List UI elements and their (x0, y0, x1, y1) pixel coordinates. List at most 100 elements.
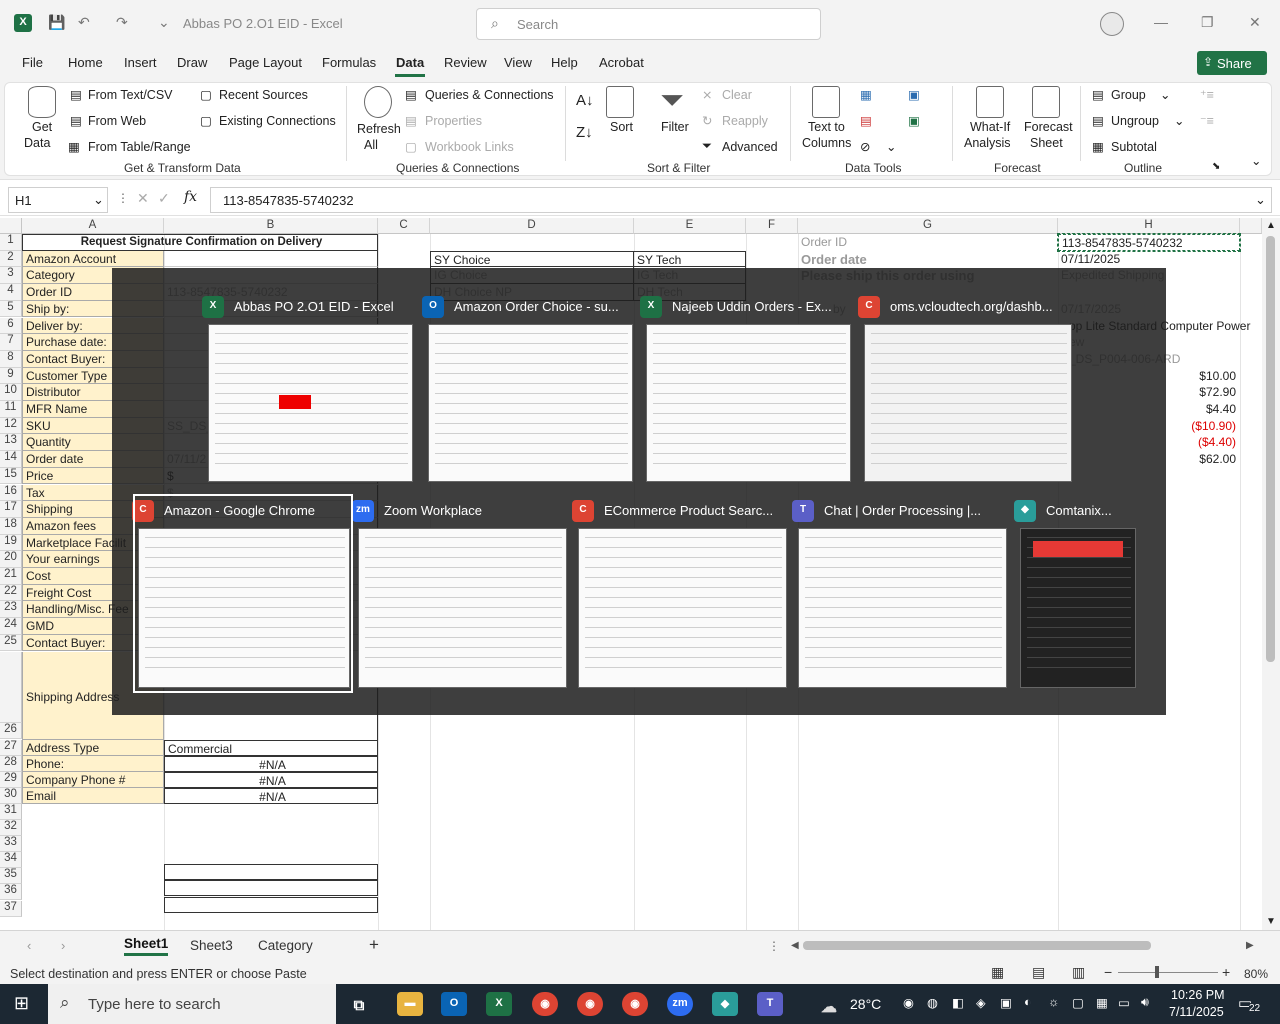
zoom-slider[interactable] (1118, 972, 1218, 973)
row-header[interactable]: 3 (0, 267, 22, 285)
row-header[interactable]: 27 (0, 739, 22, 756)
prev-sheet-icon[interactable]: ‹ (27, 938, 31, 953)
advanced-button[interactable]: Advanced (722, 140, 778, 154)
name-box[interactable]: H1 ⌄ (8, 187, 108, 213)
enter-icon[interactable]: ✓ (158, 190, 170, 207)
row-header[interactable]: 9 (0, 367, 22, 385)
scroll-up-icon[interactable]: ▲ (1266, 220, 1276, 231)
scroll-down-icon[interactable]: ▼ (1266, 916, 1276, 927)
sort-button[interactable]: Sort (604, 86, 638, 142)
column-header-c[interactable]: C (378, 218, 430, 234)
next-sheet-icon[interactable]: › (61, 938, 65, 953)
from-web-button[interactable]: From Web (88, 114, 146, 128)
row-header[interactable]: 17 (0, 501, 22, 518)
switcher-outlook-amazon-order[interactable]: O Amazon Order Choice - su... (422, 296, 633, 482)
vertical-scroll-thumb[interactable] (1266, 236, 1275, 662)
task-view-icon[interactable]: ⧉ (346, 992, 372, 1016)
email-value[interactable]: #N/A (164, 787, 378, 804)
switcher-excel-najeeb[interactable]: X Najeeb Uddin Orders - Ex... (640, 296, 851, 482)
row-header[interactable]: 7 (0, 334, 22, 351)
forecast-sheet-button[interactable]: Forecast Sheet (1022, 86, 1074, 156)
refresh-all-button[interactable]: Refresh All (354, 86, 401, 156)
row-header[interactable]: 30 (0, 787, 22, 804)
excel-taskbar-icon[interactable]: X (486, 992, 512, 1016)
whatif-analysis-button[interactable]: What-If Analysis (964, 86, 1018, 156)
filter-button[interactable]: ⏷ Filter (658, 84, 694, 142)
cell-g1[interactable]: Order ID (798, 234, 1058, 251)
zoom-out-icon[interactable]: − (1104, 964, 1112, 980)
menu-draw[interactable]: Draw (177, 55, 207, 70)
row-header[interactable]: 16 (0, 484, 22, 502)
share-button[interactable]: ⇪ Share (1197, 51, 1267, 75)
phone-label[interactable]: Phone: (22, 755, 164, 772)
company-phone-label[interactable]: Company Phone # (22, 771, 164, 788)
data-validation-icon[interactable]: ⊘ (860, 139, 870, 154)
sort-za-icon[interactable]: Z↓ (576, 124, 593, 141)
row-header[interactable]: 10 (0, 384, 22, 401)
menu-formulas[interactable]: Formulas (322, 55, 376, 70)
row-header[interactable]: 5 (0, 300, 22, 318)
menu-review[interactable]: Review (444, 55, 487, 70)
file-explorer-icon[interactable]: ▬ (397, 992, 423, 1016)
close-icon[interactable]: ✕ (1249, 14, 1261, 31)
menu-file[interactable]: File (22, 55, 43, 70)
comtanix-taskbar-icon[interactable]: ◆ (712, 992, 738, 1016)
company-phone-value[interactable]: #N/A (164, 771, 378, 788)
group-dropdown-icon[interactable]: ⌄ (1160, 87, 1170, 102)
menu-data[interactable]: Data (396, 55, 424, 70)
select-all-corner[interactable] (0, 218, 22, 234)
address-type-label[interactable]: Address Type (22, 739, 164, 756)
row-header[interactable]: 19 (0, 534, 22, 552)
row-header[interactable]: 8 (0, 350, 22, 368)
hide-detail-icon[interactable]: ⁻≡ (1200, 113, 1214, 128)
collapse-ribbon-icon[interactable]: ⌄ (1251, 153, 1261, 168)
teams-taskbar-icon[interactable]: T (757, 992, 783, 1016)
row-header[interactable]: 12 (0, 417, 22, 435)
zoom-taskbar-icon[interactable]: zm (667, 992, 693, 1016)
menu-home[interactable]: Home (68, 55, 103, 70)
menu-page-layout[interactable]: Page Layout (229, 55, 302, 70)
column-header-g[interactable]: G (798, 218, 1058, 234)
row-header[interactable]: 4 (0, 284, 22, 301)
cell-e-list[interactable]: SY Tech (634, 250, 746, 268)
zoom-in-icon[interactable]: + (1222, 964, 1230, 980)
consolidate-icon[interactable]: ▣ (908, 87, 920, 102)
queries-connections-button[interactable]: Queries & Connections (425, 88, 554, 102)
tray-app4-icon[interactable]: ▢ (1072, 995, 1084, 1010)
notifications-count[interactable]: 22 (1249, 1003, 1261, 1014)
tabs-menu-icon[interactable]: ⋮ (768, 939, 780, 953)
label-cell[interactable]: Amazon Account (22, 250, 164, 268)
ungroup-dropdown-icon[interactable]: ⌄ (1174, 113, 1184, 128)
row-header[interactable]: 13 (0, 434, 22, 452)
relationships-icon[interactable]: ▣ (908, 113, 920, 128)
row-header[interactable]: 6 (0, 317, 22, 335)
cell-a1-title[interactable]: Request Signature Confirmation on Delive… (22, 234, 378, 251)
chrome-taskbar-icon-3[interactable]: ◉ (622, 992, 648, 1016)
save-icon[interactable]: 💾 (48, 14, 65, 31)
existing-connections-button[interactable]: Existing Connections (219, 114, 336, 128)
properties-button[interactable]: Properties (425, 114, 482, 128)
row-header[interactable]: 15 (0, 467, 22, 485)
row-header[interactable]: 36 (0, 884, 22, 901)
tray-outlook-icon[interactable]: ◧ (952, 995, 964, 1010)
switcher-teams-chat[interactable]: T Chat | Order Processing |... (792, 500, 1007, 688)
minimize-icon[interactable]: — (1154, 14, 1168, 30)
insert-function-icon[interactable]: fx (184, 189, 197, 205)
clock-time[interactable]: 10:26 PM (1171, 988, 1225, 1002)
account-avatar[interactable] (1100, 12, 1124, 36)
remove-duplicates-icon[interactable]: ▤ (860, 113, 872, 128)
network-icon[interactable]: ▭ (1118, 995, 1130, 1010)
tray-teams-icon[interactable]: ◈ (976, 995, 986, 1010)
row-header[interactable]: 11 (0, 401, 22, 418)
normal-view-icon[interactable]: ▦ (991, 964, 1004, 981)
cell-h1[interactable]: 113-8547835-5740232 (1057, 233, 1241, 252)
row-header[interactable]: 33 (0, 836, 22, 853)
group-button[interactable]: Group (1111, 88, 1146, 102)
weather-icon[interactable]: ☁ (816, 992, 842, 1016)
row-header[interactable]: 24 (0, 618, 22, 635)
vertical-scrollbar-track[interactable]: ▲ ▼ (1262, 218, 1280, 930)
menu-view[interactable]: View (504, 55, 532, 70)
column-header-f[interactable]: F (746, 218, 798, 234)
clear-button[interactable]: Clear (722, 88, 752, 102)
tray-app3-icon[interactable]: ☼ (1048, 995, 1059, 1009)
